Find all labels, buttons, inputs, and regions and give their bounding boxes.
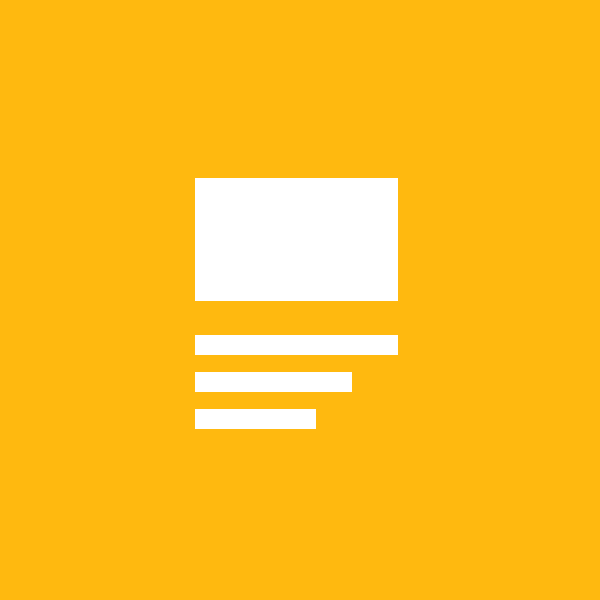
app-tile[interactable] — [0, 0, 600, 600]
icon-text-line-short — [195, 409, 316, 429]
icon-image-block — [195, 178, 398, 301]
icon-text-line-long — [195, 335, 398, 355]
notes-app-icon — [195, 178, 398, 430]
icon-text-line-medium — [195, 372, 352, 392]
